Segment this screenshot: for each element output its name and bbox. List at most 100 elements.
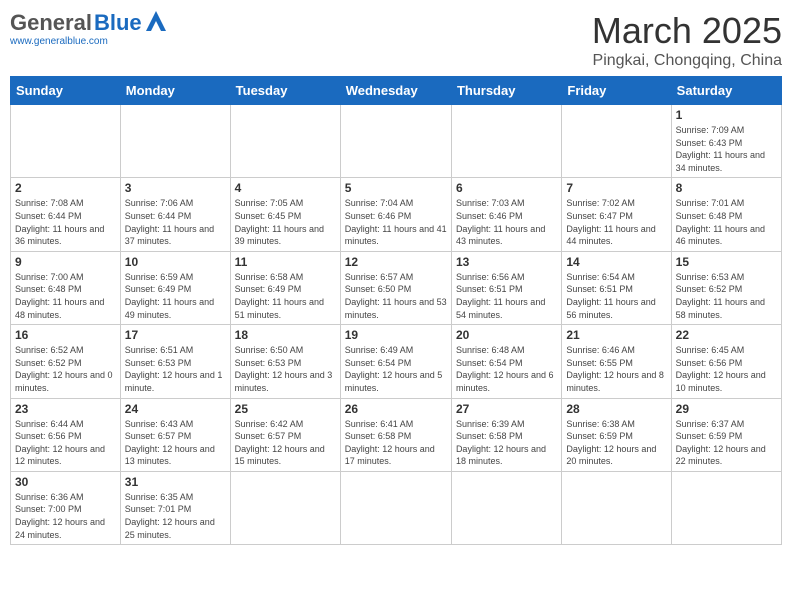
logo-area: General Blue www.generalblue.com	[10, 10, 166, 47]
calendar-row-5: 30 Sunrise: 6:36 AM Sunset: 7:00 PM Dayl…	[11, 471, 782, 544]
calendar-cell: 14 Sunrise: 6:54 AM Sunset: 6:51 PM Dayl…	[562, 251, 671, 324]
calendar-row-2: 9 Sunrise: 7:00 AM Sunset: 6:48 PM Dayli…	[11, 251, 782, 324]
day-number: 23	[15, 402, 116, 416]
calendar-cell	[451, 105, 561, 178]
day-info: Sunrise: 6:37 AM Sunset: 6:59 PM Dayligh…	[676, 419, 766, 467]
calendar-cell: 5 Sunrise: 7:04 AM Sunset: 6:46 PM Dayli…	[340, 178, 451, 251]
weekday-header-row: Sunday Monday Tuesday Wednesday Thursday…	[11, 77, 782, 105]
day-info: Sunrise: 7:04 AM Sunset: 6:46 PM Dayligh…	[345, 198, 447, 246]
header-friday: Friday	[562, 77, 671, 105]
calendar-cell: 29 Sunrise: 6:37 AM Sunset: 6:59 PM Dayl…	[671, 398, 781, 471]
day-number: 12	[345, 255, 447, 269]
day-info: Sunrise: 6:57 AM Sunset: 6:50 PM Dayligh…	[345, 272, 447, 320]
calendar-cell: 2 Sunrise: 7:08 AM Sunset: 6:44 PM Dayli…	[11, 178, 121, 251]
day-number: 9	[15, 255, 116, 269]
day-info: Sunrise: 6:39 AM Sunset: 6:58 PM Dayligh…	[456, 419, 546, 467]
day-info: Sunrise: 7:06 AM Sunset: 6:44 PM Dayligh…	[125, 198, 214, 246]
calendar-cell: 9 Sunrise: 7:00 AM Sunset: 6:48 PM Dayli…	[11, 251, 121, 324]
day-info: Sunrise: 6:41 AM Sunset: 6:58 PM Dayligh…	[345, 419, 435, 467]
day-number: 10	[125, 255, 226, 269]
calendar-cell	[340, 105, 451, 178]
day-number: 7	[566, 181, 666, 195]
day-info: Sunrise: 6:45 AM Sunset: 6:56 PM Dayligh…	[676, 345, 766, 393]
calendar-cell	[340, 471, 451, 544]
day-info: Sunrise: 6:38 AM Sunset: 6:59 PM Dayligh…	[566, 419, 656, 467]
day-info: Sunrise: 6:42 AM Sunset: 6:57 PM Dayligh…	[235, 419, 325, 467]
calendar-cell	[451, 471, 561, 544]
calendar-cell: 24 Sunrise: 6:43 AM Sunset: 6:57 PM Dayl…	[120, 398, 230, 471]
calendar-cell: 8 Sunrise: 7:01 AM Sunset: 6:48 PM Dayli…	[671, 178, 781, 251]
day-number: 2	[15, 181, 116, 195]
day-number: 5	[345, 181, 447, 195]
day-info: Sunrise: 6:58 AM Sunset: 6:49 PM Dayligh…	[235, 272, 324, 320]
calendar-cell: 20 Sunrise: 6:48 AM Sunset: 6:54 PM Dayl…	[451, 325, 561, 398]
logo-triangle-icon	[146, 11, 166, 36]
day-number: 24	[125, 402, 226, 416]
day-info: Sunrise: 6:53 AM Sunset: 6:52 PM Dayligh…	[676, 272, 765, 320]
day-info: Sunrise: 6:46 AM Sunset: 6:55 PM Dayligh…	[566, 345, 664, 393]
calendar-cell: 13 Sunrise: 6:56 AM Sunset: 6:51 PM Dayl…	[451, 251, 561, 324]
day-number: 18	[235, 328, 336, 342]
day-number: 28	[566, 402, 666, 416]
calendar-table: Sunday Monday Tuesday Wednesday Thursday…	[10, 76, 782, 545]
header-wednesday: Wednesday	[340, 77, 451, 105]
calendar-cell: 26 Sunrise: 6:41 AM Sunset: 6:58 PM Dayl…	[340, 398, 451, 471]
calendar-cell: 28 Sunrise: 6:38 AM Sunset: 6:59 PM Dayl…	[562, 398, 671, 471]
calendar-cell: 16 Sunrise: 6:52 AM Sunset: 6:52 PM Dayl…	[11, 325, 121, 398]
day-number: 31	[125, 475, 226, 489]
logo-subtitle: www.generalblue.com	[10, 36, 108, 47]
logo-blue-text: Blue	[94, 10, 142, 36]
location-title: Pingkai, Chongqing, China	[592, 52, 782, 70]
calendar-cell: 6 Sunrise: 7:03 AM Sunset: 6:46 PM Dayli…	[451, 178, 561, 251]
day-number: 26	[345, 402, 447, 416]
day-number: 16	[15, 328, 116, 342]
calendar-cell: 1 Sunrise: 7:09 AM Sunset: 6:43 PM Dayli…	[671, 105, 781, 178]
month-title: March 2025	[592, 10, 782, 52]
day-number: 17	[125, 328, 226, 342]
calendar-cell: 10 Sunrise: 6:59 AM Sunset: 6:49 PM Dayl…	[120, 251, 230, 324]
calendar-cell	[562, 105, 671, 178]
day-info: Sunrise: 7:03 AM Sunset: 6:46 PM Dayligh…	[456, 198, 545, 246]
calendar-cell: 31 Sunrise: 6:35 AM Sunset: 7:01 PM Dayl…	[120, 471, 230, 544]
calendar-cell: 21 Sunrise: 6:46 AM Sunset: 6:55 PM Dayl…	[562, 325, 671, 398]
day-info: Sunrise: 6:48 AM Sunset: 6:54 PM Dayligh…	[456, 345, 554, 393]
day-number: 6	[456, 181, 557, 195]
calendar-cell	[120, 105, 230, 178]
header-saturday: Saturday	[671, 77, 781, 105]
day-info: Sunrise: 7:09 AM Sunset: 6:43 PM Dayligh…	[676, 125, 765, 173]
day-info: Sunrise: 6:59 AM Sunset: 6:49 PM Dayligh…	[125, 272, 214, 320]
calendar-cell: 12 Sunrise: 6:57 AM Sunset: 6:50 PM Dayl…	[340, 251, 451, 324]
day-info: Sunrise: 6:54 AM Sunset: 6:51 PM Dayligh…	[566, 272, 655, 320]
header-thursday: Thursday	[451, 77, 561, 105]
day-number: 30	[15, 475, 116, 489]
calendar-cell	[11, 105, 121, 178]
calendar-cell: 23 Sunrise: 6:44 AM Sunset: 6:56 PM Dayl…	[11, 398, 121, 471]
day-number: 1	[676, 108, 777, 122]
day-info: Sunrise: 7:05 AM Sunset: 6:45 PM Dayligh…	[235, 198, 324, 246]
calendar-cell	[230, 105, 340, 178]
day-number: 4	[235, 181, 336, 195]
day-info: Sunrise: 6:56 AM Sunset: 6:51 PM Dayligh…	[456, 272, 545, 320]
calendar-cell: 19 Sunrise: 6:49 AM Sunset: 6:54 PM Dayl…	[340, 325, 451, 398]
day-info: Sunrise: 6:52 AM Sunset: 6:52 PM Dayligh…	[15, 345, 113, 393]
calendar-cell: 18 Sunrise: 6:50 AM Sunset: 6:53 PM Dayl…	[230, 325, 340, 398]
calendar-cell: 15 Sunrise: 6:53 AM Sunset: 6:52 PM Dayl…	[671, 251, 781, 324]
calendar-row-0: 1 Sunrise: 7:09 AM Sunset: 6:43 PM Dayli…	[11, 105, 782, 178]
day-number: 14	[566, 255, 666, 269]
day-number: 13	[456, 255, 557, 269]
day-info: Sunrise: 7:02 AM Sunset: 6:47 PM Dayligh…	[566, 198, 655, 246]
header: General Blue www.generalblue.com March 2…	[10, 10, 782, 70]
day-number: 19	[345, 328, 447, 342]
calendar-cell: 30 Sunrise: 6:36 AM Sunset: 7:00 PM Dayl…	[11, 471, 121, 544]
day-info: Sunrise: 6:35 AM Sunset: 7:01 PM Dayligh…	[125, 492, 215, 540]
logo-row: General Blue	[10, 10, 166, 36]
day-number: 27	[456, 402, 557, 416]
day-info: Sunrise: 6:44 AM Sunset: 6:56 PM Dayligh…	[15, 419, 105, 467]
day-number: 25	[235, 402, 336, 416]
calendar-cell: 17 Sunrise: 6:51 AM Sunset: 6:53 PM Dayl…	[120, 325, 230, 398]
calendar-cell: 22 Sunrise: 6:45 AM Sunset: 6:56 PM Dayl…	[671, 325, 781, 398]
day-number: 21	[566, 328, 666, 342]
day-number: 29	[676, 402, 777, 416]
day-info: Sunrise: 7:08 AM Sunset: 6:44 PM Dayligh…	[15, 198, 104, 246]
day-number: 3	[125, 181, 226, 195]
